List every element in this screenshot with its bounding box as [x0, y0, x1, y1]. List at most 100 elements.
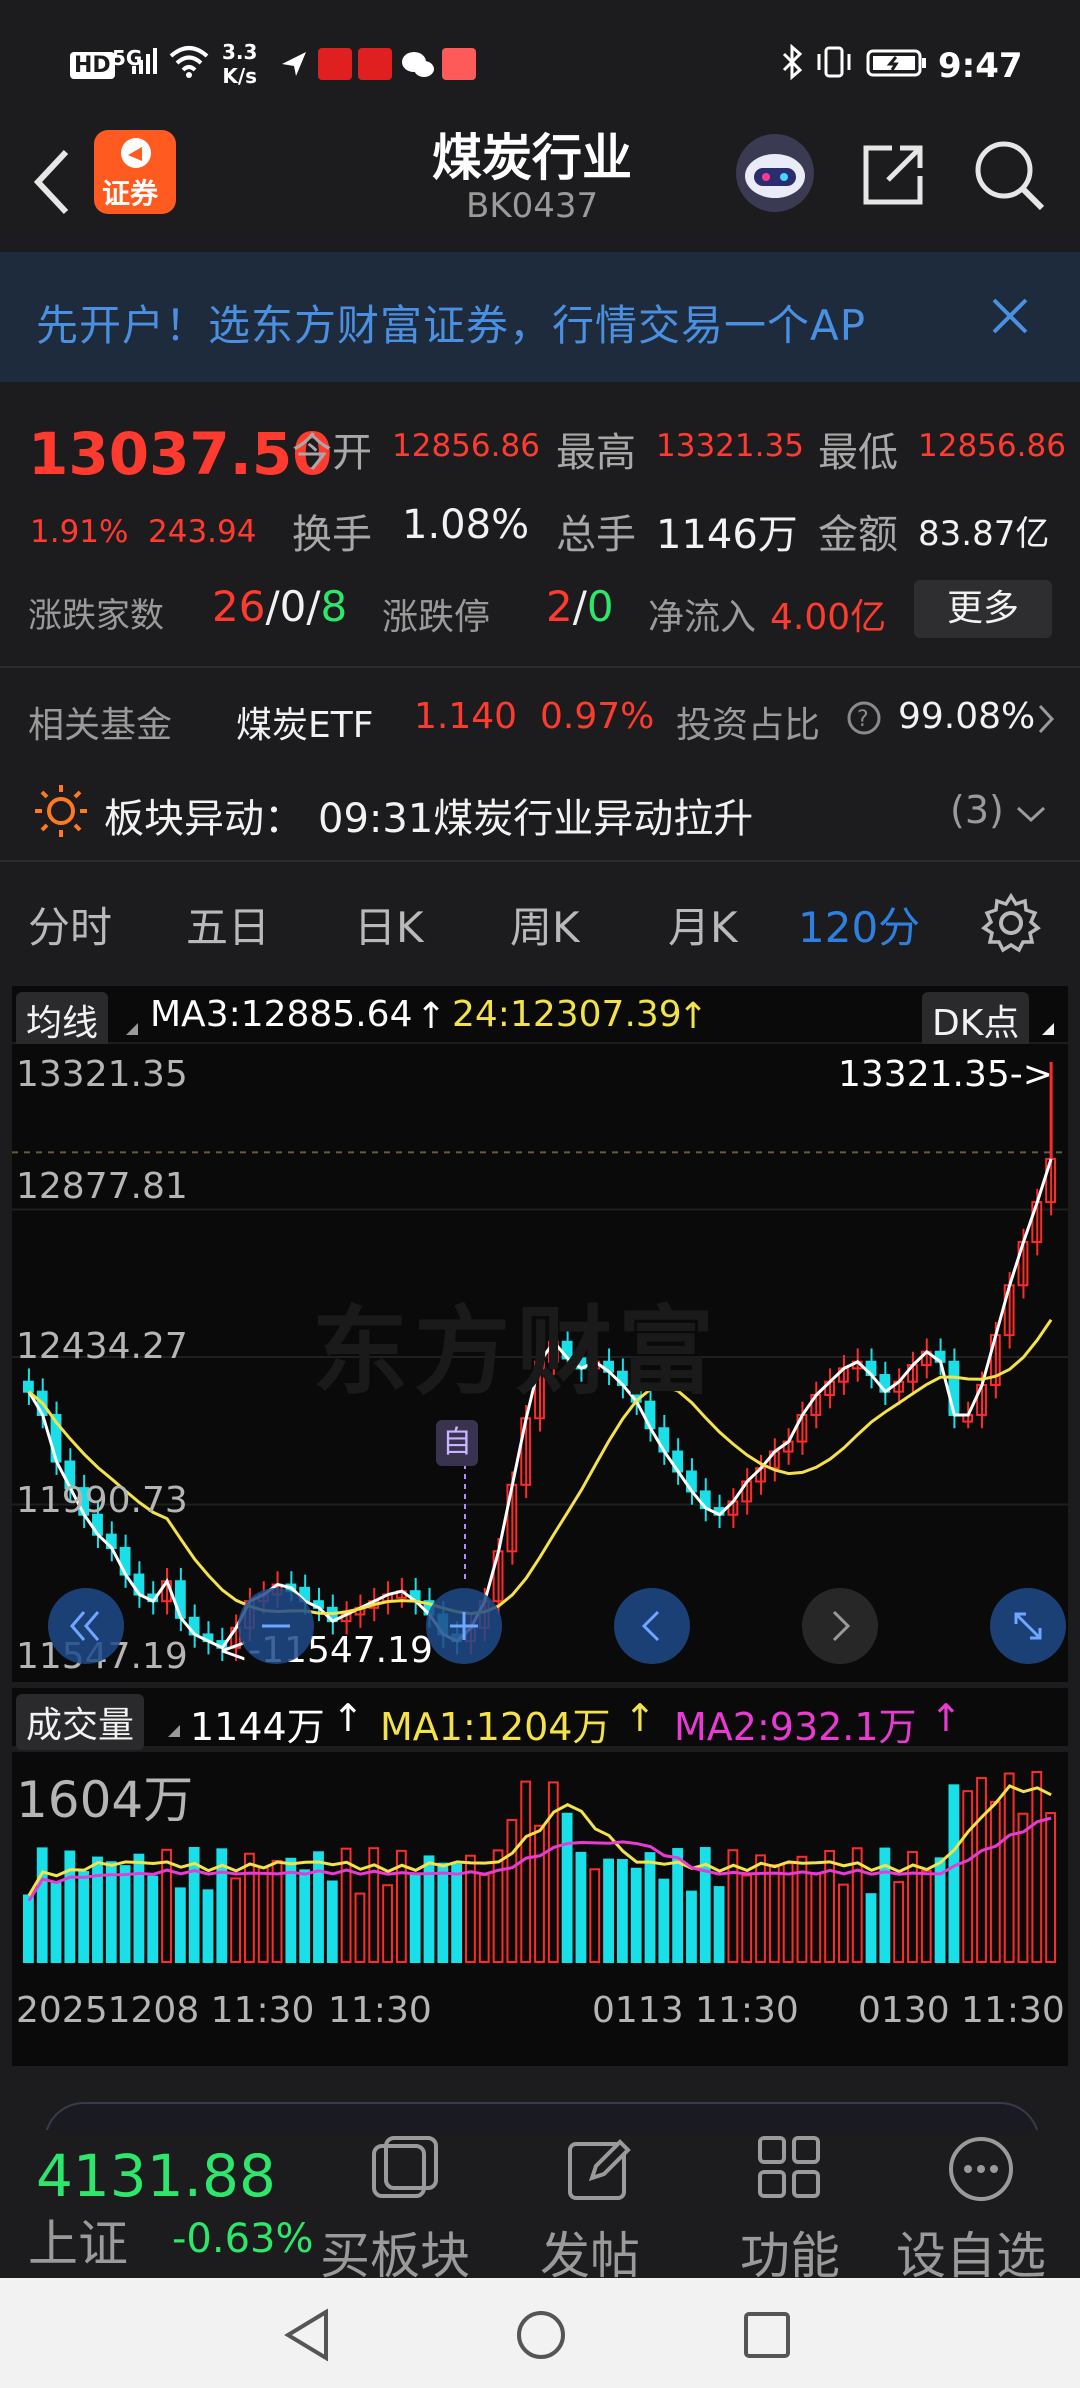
app-notification-icon [358, 48, 392, 80]
robot-assistant-icon[interactable] [734, 132, 816, 218]
tab-daily-k[interactable]: 日K [354, 894, 424, 955]
volume-bar [119, 1865, 131, 1963]
volume-bar [36, 1847, 48, 1963]
tab-monthly-k[interactable]: 月K [668, 894, 738, 955]
more-button[interactable]: 更多 [914, 580, 1052, 638]
indicator-selector[interactable]: 均线 [16, 992, 109, 1048]
volume-bar [686, 1890, 697, 1963]
alert-label: 板块异动： [104, 796, 304, 842]
zoom-in-icon[interactable] [424, 1586, 504, 1670]
volume-bar [755, 1854, 766, 1963]
volume-bar [575, 1851, 587, 1963]
volume-bar [782, 1862, 794, 1963]
promo-banner[interactable]: 先开户！选东方财富证券，行情交易一个AP [0, 252, 1080, 382]
volume-bar [105, 1861, 117, 1963]
double-left-icon[interactable] [46, 1586, 126, 1670]
self-select-marker[interactable]: 自 [436, 1420, 478, 1466]
volume-bar [520, 1780, 532, 1963]
volume-bar [492, 1849, 504, 1963]
volume-value: 1144万 [190, 1705, 325, 1749]
volume-bar [644, 1852, 656, 1963]
limit-label: 涨跌停 [382, 597, 491, 638]
related-fund-row[interactable]: 相关基金 煤炭ETF 1.140 0.97% 投资占比 ? 99.08% [0, 672, 1080, 762]
battery-icon [866, 48, 928, 82]
tab-120min[interactable]: 120分 [798, 894, 920, 955]
signal-icon [130, 46, 160, 80]
volume-bar [230, 1877, 242, 1963]
chevron-left-icon[interactable] [612, 1586, 692, 1670]
alert-count: (3) [950, 788, 1004, 832]
y-axis-label: 13321.35 [16, 1054, 188, 1095]
vibrate-icon [814, 46, 854, 82]
header: 证券 煤炭行业 BK0437 [0, 129, 1080, 250]
wechat-icon [400, 50, 436, 84]
max-price-note: 13321.35-> [838, 1054, 1053, 1095]
close-icon[interactable] [990, 296, 1030, 340]
securities-logo[interactable]: 证券 [94, 130, 176, 214]
chevron-right-icon[interactable] [800, 1586, 880, 1670]
kline-chart[interactable]: 13321.35 12877.81 12434.27 11990.73 1154… [12, 1044, 1068, 1682]
ma-legend: 均线 MA3:12885.64 ↑ 24:12307.39 ↑ DK点 [12, 986, 1068, 1048]
page-title: 煤炭行业 [432, 129, 632, 187]
fund-label: 相关基金 [28, 705, 173, 746]
status-bar: HD 5G 3.3 K/s 9:47 [0, 0, 1080, 130]
volume-bar [561, 1812, 573, 1963]
volume-indicator-selector[interactable]: 成交量 [16, 1694, 145, 1750]
limit-values: 2/0 [546, 582, 614, 631]
quote-panel: 13037.50 1.91% 243.94 今开 12856.86 最高 133… [0, 384, 1080, 664]
y-axis-label: 11990.73 [16, 1480, 188, 1521]
tab-five-day[interactable]: 五日 [186, 894, 270, 955]
fund-pct: 0.97% [540, 696, 655, 737]
ma3-value: MA3:12885.64 [150, 994, 413, 1035]
chevron-right-icon[interactable] [1036, 702, 1056, 740]
nav-recents-icon[interactable] [742, 2310, 792, 2364]
nav-back-icon[interactable] [282, 2308, 332, 2366]
clock: 9:47 [938, 46, 1023, 86]
index-pct: -0.63% [172, 2216, 314, 2262]
bottom-toolbar: 4131.88 上证 -0.63% 买板块 发帖 功能 设自选 [0, 2130, 1080, 2285]
volume-bar [50, 1882, 62, 1963]
volume-bar [78, 1871, 90, 1963]
tab-weekly-k[interactable]: 周K [510, 894, 580, 955]
sector-alert-row[interactable]: 板块异动： 09:31煤炭行业异动拉升 (3) [0, 764, 1080, 854]
dk-point-selector[interactable]: DK点 [922, 992, 1030, 1048]
zoom-out-icon[interactable] [236, 1586, 316, 1670]
x-axis: 20251208 11:30 11:30 0113 11:30 0130 11:… [12, 1974, 1068, 2066]
help-icon[interactable]: ? [846, 700, 882, 740]
volume-bar [437, 1862, 449, 1963]
volume-bar [133, 1853, 145, 1963]
volume-value: 1146万 [656, 512, 798, 558]
volume-bar [382, 1884, 393, 1963]
volume-bar [741, 1874, 753, 1963]
index-name: 上证 [28, 2215, 128, 2273]
hd-icon: HD [70, 52, 115, 79]
index-value[interactable]: 4131.88 [36, 2142, 276, 2210]
volume-legend: 成交量 1144万 ↑ MA1:1204万 ↑ MA2:932.1万 ↑ [12, 1688, 1068, 1750]
nav-home-icon[interactable] [514, 2308, 568, 2366]
volume-bar [824, 1850, 835, 1963]
volume-bar [174, 1887, 186, 1963]
volume-bar [948, 1784, 960, 1964]
volume-bar [285, 1857, 297, 1963]
share-icon[interactable] [858, 140, 928, 214]
volume-bar [658, 1878, 670, 1963]
tab-intraday[interactable]: 分时 [28, 894, 112, 955]
volume-chart[interactable]: 1604万 [12, 1752, 1068, 1974]
back-button[interactable] [26, 142, 76, 226]
arrow-up-icon: ↑ [624, 1696, 656, 1740]
edit-post-icon [564, 2134, 634, 2208]
settings-gear-icon[interactable] [980, 892, 1042, 958]
volume-bar [451, 1863, 463, 1963]
fund-name[interactable]: 煤炭ETF [236, 696, 373, 748]
breadth-label: 涨跌家数 [28, 596, 164, 636]
volume-bar [1003, 1772, 1015, 1964]
chevron-down-icon[interactable] [1014, 804, 1048, 828]
inflow-value: 4.00亿 [770, 597, 887, 638]
divider [0, 860, 1080, 862]
inflow-label: 净流入 [648, 597, 757, 638]
amount-value: 83.87亿 [918, 514, 1050, 554]
fullscreen-icon[interactable] [988, 1586, 1068, 1670]
volume-bar [962, 1790, 974, 1963]
search-icon[interactable] [972, 138, 1048, 218]
y-axis-label: 12434.27 [16, 1326, 188, 1367]
